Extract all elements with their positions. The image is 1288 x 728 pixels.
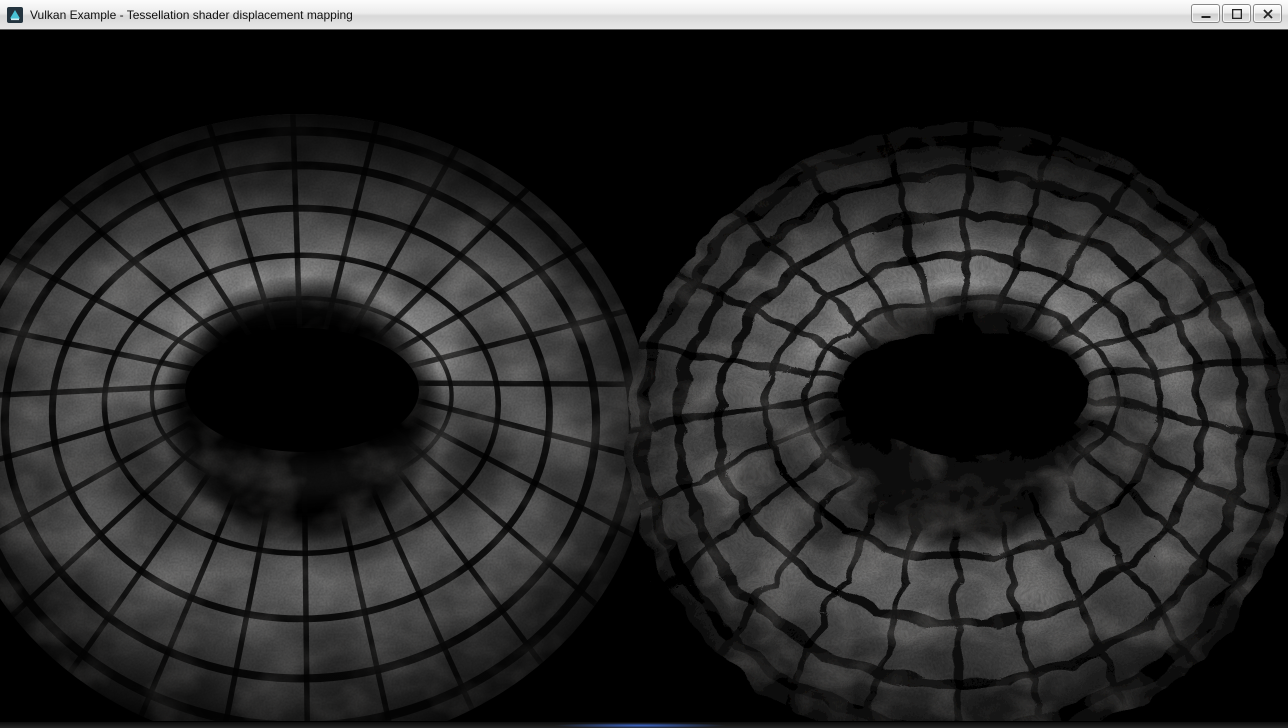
render-canvas — [0, 30, 1288, 721]
maximize-button[interactable] — [1222, 4, 1251, 23]
app-window: Vulkan Example - Tessellation shader dis… — [0, 0, 1288, 728]
minimize-icon — [1201, 9, 1211, 19]
window-bottom-frame — [0, 721, 1288, 728]
maximize-icon — [1232, 9, 1242, 19]
render-viewport[interactable] — [0, 30, 1288, 721]
close-icon — [1263, 9, 1273, 19]
taskbar-glow — [555, 723, 725, 728]
window-title: Vulkan Example - Tessellation shader dis… — [30, 0, 1191, 30]
torus-displacement-mapped — [604, 98, 1288, 721]
titlebar[interactable]: Vulkan Example - Tessellation shader dis… — [0, 0, 1288, 30]
window-controls — [1191, 4, 1282, 23]
torus-no-displacement — [0, 94, 672, 721]
close-button[interactable] — [1253, 4, 1282, 23]
minimize-button[interactable] — [1191, 4, 1220, 23]
vulkan-app-icon — [7, 7, 23, 23]
